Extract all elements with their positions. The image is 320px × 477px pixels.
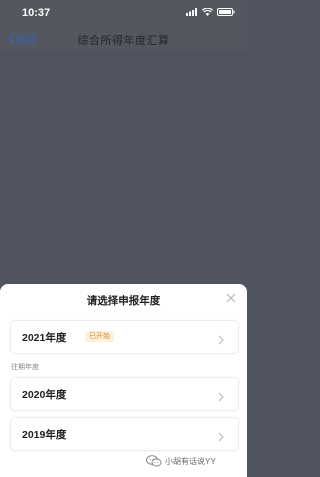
past-years-label: 往期年度 [11, 364, 39, 371]
battery-icon [217, 8, 235, 16]
watermark-text: 小胡有话说YY [165, 456, 216, 466]
close-icon [225, 291, 237, 308]
wifi-icon [202, 8, 213, 16]
close-button[interactable] [225, 291, 237, 303]
dim-overlay[interactable] [0, 50, 247, 284]
status-bar: 10:37 [0, 0, 247, 28]
nav-bar: 返回 综合所得年度汇算 [0, 28, 247, 50]
watermark: 小胡有话说YY [146, 455, 216, 467]
year-option-2020[interactable]: 2020年度 [10, 377, 239, 411]
chevron-right-icon [217, 389, 225, 402]
status-badge: 已开始 [85, 331, 114, 342]
year-option-2019[interactable]: 2019年度 [10, 417, 239, 451]
year-label: 2021年度 [22, 332, 67, 344]
page-title: 综合所得年度汇算 [77, 35, 170, 47]
signal-icon [186, 8, 198, 16]
year-option-2021[interactable]: 2021年度 已开始 [10, 320, 239, 354]
chevron-right-icon [217, 332, 225, 345]
year-label: 2019年度 [22, 429, 67, 441]
status-time: 10:37 [22, 7, 51, 19]
chevron-right-icon [217, 429, 225, 442]
sheet-title: 请选择申报年度 [86, 295, 161, 307]
year-label: 2020年度 [22, 389, 67, 401]
status-icons [186, 8, 235, 16]
wechat-icon [146, 455, 162, 467]
